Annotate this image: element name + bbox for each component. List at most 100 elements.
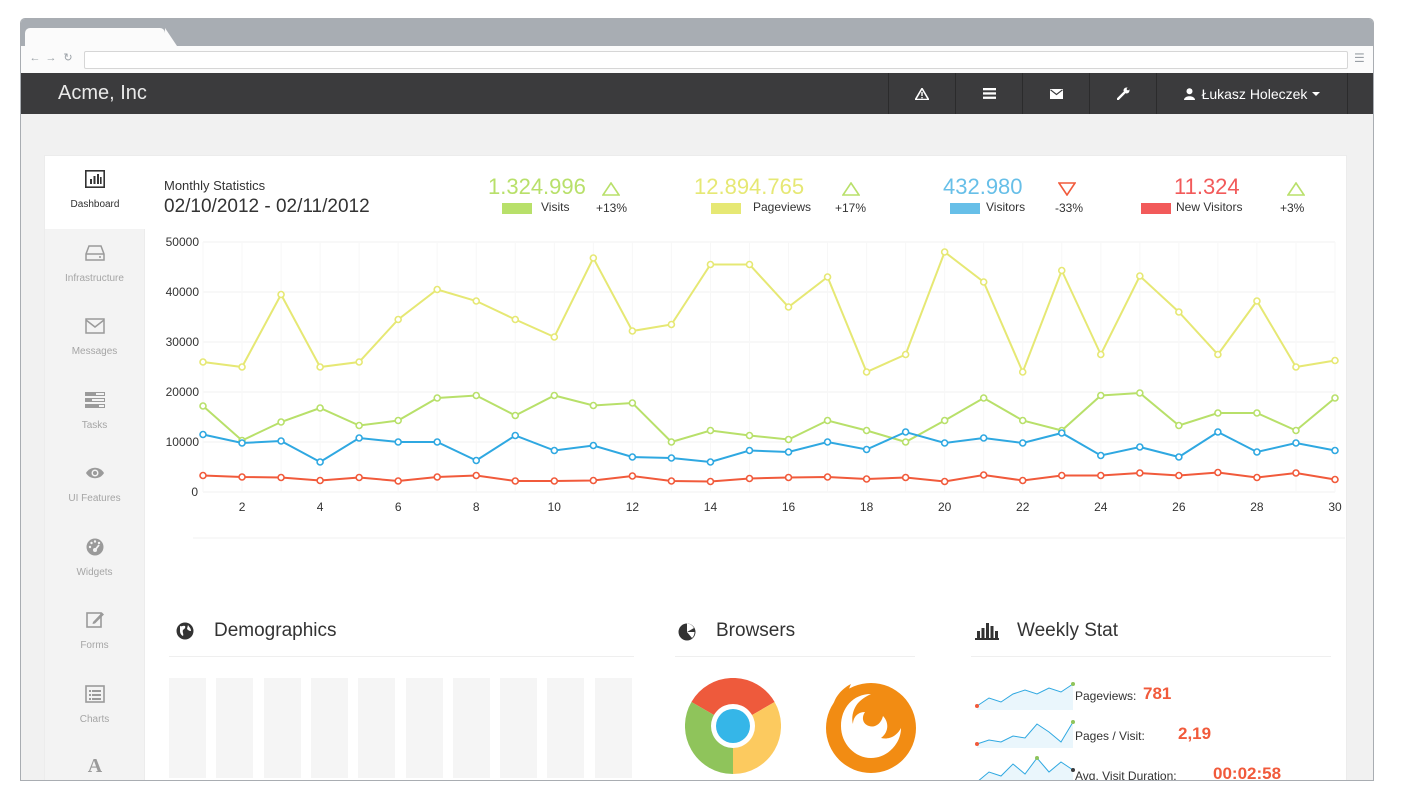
data-point (1175, 453, 1183, 461)
x-tick-label: 10 (548, 500, 562, 514)
data-point (433, 473, 442, 481)
data-point (199, 402, 207, 410)
data-point (433, 285, 442, 294)
x-tick-label: 8 (473, 500, 480, 514)
data-point (472, 456, 481, 465)
font-icon: A (88, 756, 103, 774)
back-icon[interactable]: ← (29, 52, 41, 64)
data-point (1096, 350, 1105, 359)
weekly-value: 00:02:58 (1213, 764, 1282, 781)
data-point (979, 394, 988, 402)
data-point (277, 473, 285, 482)
kpi-value: 432.980 (943, 174, 1023, 199)
data-point (199, 358, 207, 366)
eye-icon (86, 467, 104, 479)
data-point (940, 416, 949, 425)
firefox-icon[interactable] (823, 678, 919, 774)
data-point (706, 260, 715, 269)
x-tick-label: 18 (860, 500, 874, 514)
reload-icon[interactable]: ↻ (62, 52, 74, 64)
data-point (1057, 266, 1066, 275)
data-point (745, 446, 754, 455)
data-point (1292, 426, 1300, 435)
alerts-button[interactable] (888, 73, 955, 114)
bar-chart-icon (85, 170, 105, 188)
data-point (1253, 473, 1261, 482)
user-menu[interactable]: Łukasz Holeczek (1156, 73, 1348, 114)
demographics-bar (547, 678, 585, 778)
sidebar-item-messages[interactable]: Messages (45, 303, 144, 376)
brand-logo[interactable]: Acme, Inc (58, 73, 147, 114)
messages-button[interactable] (1022, 73, 1089, 114)
sidebar-item-forms[interactable]: Forms (45, 597, 144, 670)
forward-icon[interactable]: → (45, 52, 57, 64)
data-point (1136, 443, 1144, 451)
weekly-value: 2,19 (1178, 724, 1212, 743)
kpi-change: -33% (1055, 201, 1084, 215)
data-point (667, 438, 676, 446)
data-point (238, 473, 246, 481)
sidebar-item-charts[interactable]: Charts (45, 671, 144, 744)
data-point (1018, 439, 1027, 447)
data-point (277, 290, 285, 299)
tasks-icon (85, 392, 105, 408)
globe-icon (176, 622, 194, 640)
sidebar-item-label: Dashboard (70, 199, 120, 210)
data-point (1096, 471, 1105, 480)
series-line (202, 250, 1336, 375)
sidebar-item-label: Forms (80, 640, 109, 651)
data-point (355, 421, 363, 430)
sidebar-item-typography[interactable]: A (45, 744, 144, 780)
data-point (940, 248, 949, 256)
mail-icon (1049, 88, 1063, 99)
sidebar-item-infrastructure[interactable]: Infrastructure (45, 230, 144, 303)
data-point (745, 260, 754, 269)
demographics-bar (263, 678, 301, 778)
data-point (355, 434, 363, 442)
browser-menu-icon[interactable]: ☰ (1354, 52, 1366, 64)
x-tick-label: 30 (1328, 500, 1342, 514)
sidebar-item-ui-features[interactable]: UI Features (45, 450, 144, 523)
data-point (784, 448, 793, 456)
browser-tab[interactable] (25, 28, 177, 46)
data-point (511, 477, 520, 485)
data-point (238, 439, 246, 447)
sidebar-item-label: UI Features (68, 493, 121, 504)
legend-swatch (1141, 203, 1171, 214)
data-point (706, 458, 715, 466)
sidebar-item-tasks[interactable]: Tasks (45, 377, 144, 450)
chrome-icon[interactable] (685, 678, 781, 774)
sidebar-item-dashboard[interactable]: Dashboard (45, 156, 145, 229)
settings-button[interactable] (1089, 73, 1156, 114)
data-point (901, 473, 910, 482)
data-point (1096, 451, 1105, 460)
data-point (706, 477, 715, 486)
data-point (433, 438, 442, 446)
data-point (316, 363, 324, 371)
data-point (355, 358, 363, 366)
data-point (628, 399, 637, 407)
data-point (628, 453, 637, 461)
y-tick-label: 30000 (166, 335, 200, 349)
sidebar-item-label: Infrastructure (65, 273, 124, 284)
tasks-button[interactable] (955, 73, 1022, 114)
data-point (979, 278, 988, 286)
kpi-change: +13% (596, 201, 628, 215)
data-point (745, 431, 754, 440)
data-point (1214, 428, 1222, 436)
y-tick-label: 40000 (166, 285, 200, 299)
x-tick-label: 6 (395, 500, 402, 514)
y-tick-label: 0 (191, 485, 198, 499)
sidebar-item-widgets[interactable]: Widgets (45, 524, 144, 597)
dashboard-panel: Dashboard Infrastructure Messages Tasks … (44, 155, 1347, 781)
sidebar: Dashboard Infrastructure Messages Tasks … (45, 156, 145, 780)
address-bar[interactable] (84, 51, 1348, 69)
x-tick-label: 14 (704, 500, 718, 514)
data-point (394, 416, 402, 425)
data-point (901, 438, 910, 446)
data-point (979, 434, 988, 442)
kpi-change: +3% (1280, 201, 1305, 215)
data-point (394, 438, 402, 446)
data-point (784, 473, 793, 482)
data-point (355, 473, 363, 482)
